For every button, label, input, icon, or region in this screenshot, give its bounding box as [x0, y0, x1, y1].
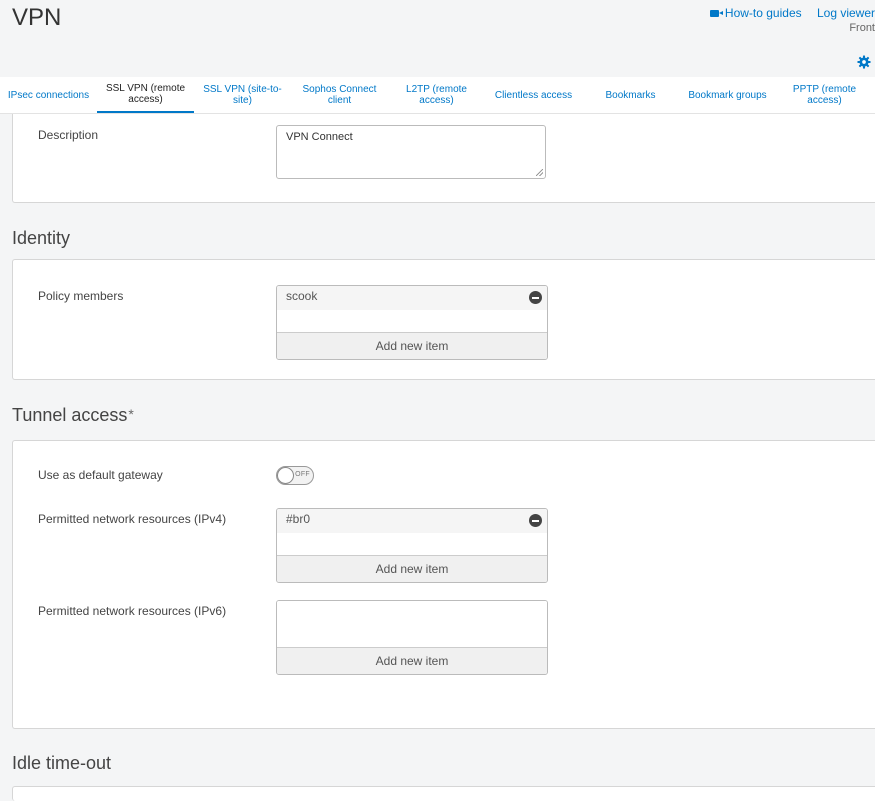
idle-timeout-card [12, 786, 875, 801]
remove-icon[interactable] [529, 291, 542, 304]
add-ipv4-resource-button[interactable]: Add new item [277, 555, 547, 582]
description-textarea[interactable]: VPN Connect [276, 125, 546, 179]
list-item[interactable]: scook [277, 286, 547, 310]
tunnel-access-title-text: Tunnel access [12, 405, 128, 425]
ipv6-resources-list: Add new item [276, 600, 548, 675]
required-mark: * [128, 406, 134, 422]
howto-guides-link[interactable]: How-to guides [709, 6, 805, 20]
default-gateway-label: Use as default gateway [38, 468, 163, 482]
description-value: VPN Connect [286, 131, 353, 143]
resize-handle-icon[interactable] [536, 169, 543, 176]
list-spacer [277, 310, 547, 332]
tab-bookmarks[interactable]: Bookmarks [582, 77, 679, 113]
gear-icon[interactable] [857, 55, 871, 69]
tab-sophos-connect-client[interactable]: Sophos Connect client [291, 77, 388, 113]
header-links: How-to guides Log viewer [698, 6, 875, 20]
tab-ssl-vpn-site-to-site[interactable]: SSL VPN (site-to-site) [194, 77, 291, 113]
tab-pptp-remote-access[interactable]: PPTP (remote access) [776, 77, 873, 113]
ipv6-resources-label: Permitted network resources (IPv6) [38, 604, 227, 618]
toggle-knob [277, 467, 294, 484]
description-label: Description [38, 128, 99, 142]
add-policy-member-button[interactable]: Add new item [277, 332, 547, 359]
tab-ssl-vpn-remote-access[interactable]: SSL VPN (remote access) [97, 77, 194, 113]
remove-icon[interactable] [529, 514, 542, 527]
howto-guides-label: How-to guides [724, 6, 802, 20]
add-ipv6-resource-button[interactable]: Add new item [277, 647, 547, 674]
video-icon [709, 10, 723, 17]
toggle-state-text: OFF [295, 471, 310, 478]
tab-bar: IPsec connections SSL VPN (remote access… [0, 77, 875, 114]
page-title: VPN [12, 4, 62, 31]
default-gateway-toggle[interactable]: OFF [276, 466, 314, 485]
tab-bookmark-groups[interactable]: Bookmark groups [679, 77, 776, 113]
log-viewer-link[interactable]: Log viewer [817, 6, 875, 20]
policy-members-label: Policy members [38, 289, 124, 303]
list-spacer[interactable] [277, 601, 547, 647]
identity-section-title: Identity [12, 228, 71, 248]
ipv4-resources-list: #br0 Add new item [276, 508, 548, 583]
idle-timeout-section-title: Idle time-out [12, 753, 112, 773]
list-item[interactable]: #br0 [277, 509, 547, 533]
list-item-text: scook [286, 289, 318, 303]
policy-members-list: scook Add new item [276, 285, 548, 360]
list-spacer [277, 533, 547, 555]
tab-clientless-access[interactable]: Clientless access [485, 77, 582, 113]
header-sub-label: Front [849, 22, 875, 34]
tunnel-access-section-title: Tunnel access* [12, 405, 134, 426]
tab-ipsec-connections[interactable]: IPsec connections [0, 77, 97, 113]
tunnel-access-card [12, 440, 875, 729]
ipv4-resources-label: Permitted network resources (IPv4) [38, 512, 227, 526]
list-item-text: #br0 [286, 512, 311, 526]
tab-l2tp-remote-access[interactable]: L2TP (remote access) [388, 77, 485, 113]
